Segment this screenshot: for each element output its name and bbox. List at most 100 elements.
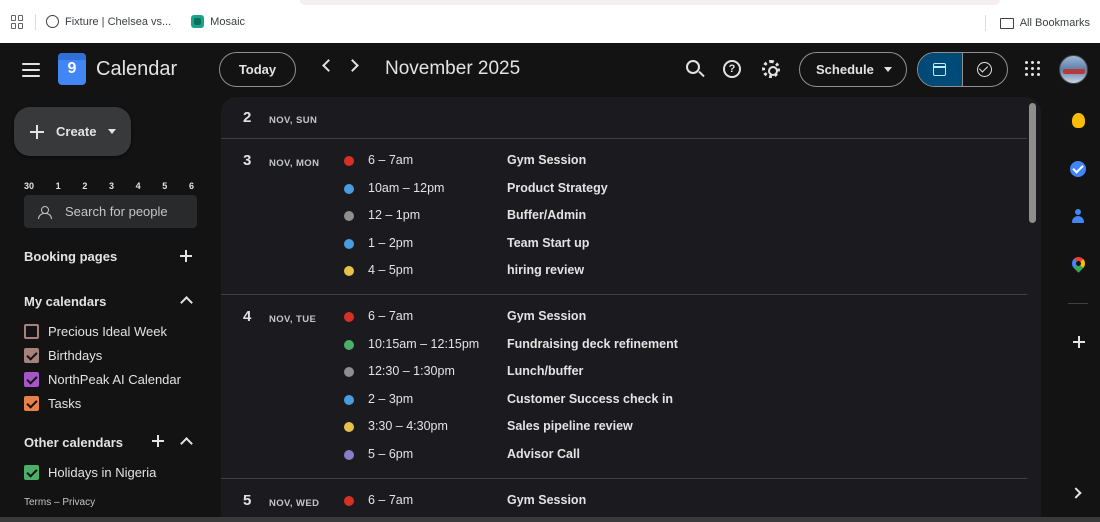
calendar-checkbox[interactable] bbox=[24, 396, 39, 411]
event-row[interactable]: 3:30 – 4:30pm Sales pipeline review bbox=[221, 417, 1027, 437]
collapse-chevron-icon[interactable] bbox=[180, 437, 193, 450]
terms-privacy-links[interactable]: Terms – Privacy bbox=[24, 497, 95, 508]
tab-strip-edge bbox=[300, 0, 1000, 5]
event-row[interactable]: 2 – 3pm Customer Success check in bbox=[221, 390, 1027, 410]
event-row[interactable]: 5 – 6pm Advisor Call bbox=[221, 445, 1027, 465]
day-number[interactable]: 2 bbox=[243, 109, 251, 126]
add-other-calendar-icon[interactable] bbox=[152, 435, 164, 447]
tasks-view-toggle[interactable] bbox=[963, 53, 1008, 86]
maps-pin-icon[interactable] bbox=[1069, 254, 1088, 273]
keep-bulb-icon[interactable] bbox=[1072, 113, 1085, 128]
event-time: 12:30 – 1:30pm bbox=[368, 364, 455, 379]
tasks-icon[interactable] bbox=[1070, 161, 1086, 177]
view-label: Schedule bbox=[816, 62, 874, 77]
folder-icon bbox=[999, 17, 1014, 29]
add-booking-page-icon[interactable] bbox=[180, 250, 192, 262]
today-button[interactable]: Today bbox=[219, 52, 296, 87]
apps-grid-icon[interactable] bbox=[11, 14, 25, 29]
event-title: hiring review bbox=[507, 263, 585, 278]
mini-calendar-day[interactable]: 3 bbox=[109, 181, 114, 191]
calendar-item[interactable]: Birthdays bbox=[24, 348, 102, 363]
event-color-dot bbox=[344, 183, 354, 194]
google-apps-icon[interactable] bbox=[1025, 61, 1040, 76]
contacts-icon[interactable] bbox=[1070, 208, 1086, 224]
event-time: 2 – 3pm bbox=[368, 391, 414, 406]
event-color-dot bbox=[344, 367, 354, 378]
caret-down-icon bbox=[108, 129, 117, 134]
calendar-icon bbox=[933, 63, 947, 76]
account-avatar[interactable] bbox=[1059, 55, 1088, 84]
search-people-input[interactable]: Search for people bbox=[24, 195, 197, 228]
main-menu-icon[interactable] bbox=[22, 63, 40, 77]
event-row[interactable]: 4 – 5pm hiring review bbox=[221, 261, 1027, 281]
plus-icon bbox=[30, 124, 44, 139]
mini-calendar-day[interactable]: 6 bbox=[189, 181, 194, 191]
get-addons-plus-icon[interactable] bbox=[1073, 336, 1085, 348]
event-row[interactable]: 6 – 7am Gym Session bbox=[221, 307, 1027, 327]
event-row[interactable]: 1 – 2pm Team Start up bbox=[221, 234, 1027, 254]
calendar-tasks-toggle bbox=[917, 52, 1008, 87]
event-color-dot bbox=[344, 422, 354, 433]
search-icon[interactable] bbox=[686, 60, 700, 74]
view-switcher-button[interactable]: Schedule bbox=[799, 52, 907, 87]
caret-down-icon bbox=[883, 67, 892, 72]
event-time: 3:30 – 4:30pm bbox=[368, 419, 448, 434]
previous-period-icon[interactable] bbox=[322, 59, 335, 72]
event-time: 10:15am – 12:15pm bbox=[368, 336, 480, 351]
calendar-item[interactable]: Precious Ideal Week bbox=[24, 324, 167, 339]
schedule-scrollbar[interactable] bbox=[1029, 103, 1036, 223]
other-calendars-heading[interactable]: Other calendars bbox=[24, 435, 123, 450]
globe-icon bbox=[46, 15, 59, 28]
mini-calendar-row: 30 1 2 3 4 5 6 bbox=[24, 181, 194, 191]
event-row[interactable]: 6 – 7am Gym Session bbox=[221, 151, 1027, 171]
mini-calendar-day[interactable]: 5 bbox=[162, 181, 167, 191]
event-color-dot bbox=[344, 495, 354, 506]
help-icon[interactable]: ? bbox=[723, 60, 741, 78]
calendar-checkbox[interactable] bbox=[24, 372, 39, 387]
event-time: 12 – 1pm bbox=[368, 208, 421, 223]
calendar-item[interactable]: Tasks bbox=[24, 396, 81, 411]
schedule-day: 5 NOV, WED 6 – 7am Gym Session bbox=[221, 479, 1027, 522]
calendar-checkbox[interactable] bbox=[24, 324, 39, 339]
booking-pages-heading[interactable]: Booking pages bbox=[24, 249, 117, 264]
calendar-label: NorthPeak AI Calendar bbox=[48, 372, 181, 387]
create-label: Create bbox=[56, 124, 97, 139]
calendar-checkbox[interactable] bbox=[24, 465, 39, 480]
current-month: November 2025 bbox=[385, 58, 521, 79]
event-title: Gym Session bbox=[507, 492, 587, 507]
show-side-panel-chevron-icon[interactable] bbox=[1070, 487, 1082, 499]
event-color-dot bbox=[344, 156, 354, 166]
event-row[interactable]: 12:30 – 1:30pm Lunch/buffer bbox=[221, 362, 1027, 382]
calendar-checkbox[interactable] bbox=[24, 348, 39, 363]
mini-calendar-day[interactable]: 1 bbox=[56, 181, 61, 191]
event-time: 6 – 7am bbox=[368, 153, 414, 167]
event-title: Buffer/Admin bbox=[507, 208, 587, 223]
calendar-item[interactable]: NorthPeak AI Calendar bbox=[24, 372, 181, 387]
my-calendars-heading[interactable]: My calendars bbox=[24, 294, 106, 309]
event-row[interactable]: 6 – 7am Gym Session bbox=[221, 491, 1027, 511]
calendar-label: Birthdays bbox=[48, 348, 103, 363]
mini-calendar-day[interactable]: 30 bbox=[24, 181, 34, 191]
next-period-icon[interactable] bbox=[346, 59, 359, 72]
event-title: Team Start up bbox=[507, 235, 590, 250]
all-bookmarks[interactable]: All Bookmarks bbox=[984, 15, 1090, 31]
bookmark-label: Mosaic bbox=[210, 15, 246, 28]
event-title: Gym Session bbox=[507, 309, 587, 323]
event-time: 1 – 2pm bbox=[368, 235, 414, 250]
event-time: 10am – 12pm bbox=[368, 180, 445, 195]
calendar-view-toggle[interactable] bbox=[918, 53, 963, 86]
settings-gear-icon[interactable] bbox=[762, 60, 780, 78]
event-row[interactable]: 10:15am – 12:15pm Fundraising deck refine… bbox=[221, 335, 1027, 355]
bookmark-mosaic[interactable]: Mosaic bbox=[191, 15, 245, 28]
calendar-label: Holidays in Nigeria bbox=[48, 465, 157, 480]
event-row[interactable]: 10am – 12pm Product Strategy bbox=[221, 179, 1027, 199]
event-row[interactable]: 12 – 1pm Buffer/Admin bbox=[221, 206, 1027, 226]
mini-calendar-day[interactable]: 4 bbox=[136, 181, 141, 191]
calendar-item[interactable]: Holidays in Nigeria bbox=[24, 465, 156, 480]
mini-calendar-day[interactable]: 2 bbox=[82, 181, 87, 191]
create-button[interactable]: Create bbox=[14, 107, 131, 156]
all-bookmarks-label: All Bookmarks bbox=[1019, 17, 1090, 29]
day-label: NOV, SUN bbox=[269, 115, 318, 126]
bookmark-fixture[interactable]: Fixture | Chelsea vs... bbox=[46, 15, 171, 28]
collapse-chevron-icon[interactable] bbox=[180, 296, 193, 309]
